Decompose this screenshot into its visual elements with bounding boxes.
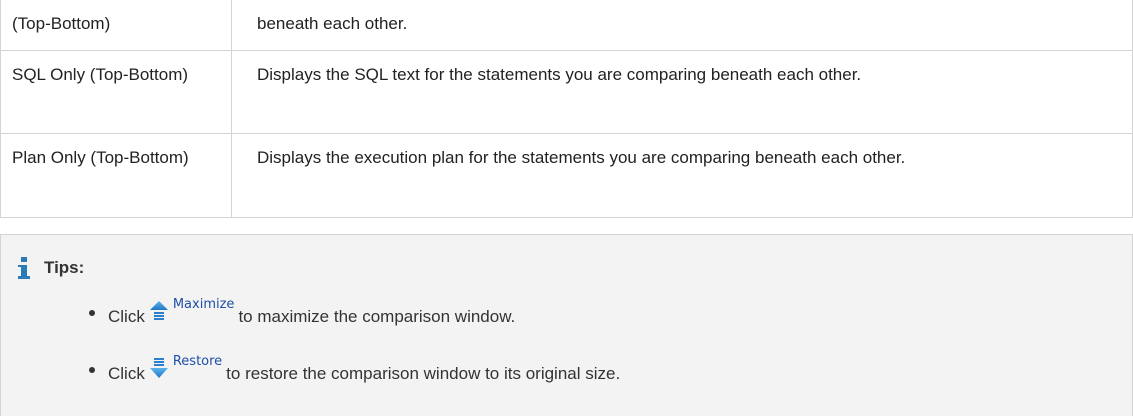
tip-suffix: to restore the comparison window to its … <box>226 364 621 383</box>
bullet <box>89 310 95 316</box>
table-row: SQL Only (Top-Bottom) Displays the SQL t… <box>0 49 1133 134</box>
option-description-cell: Displays the SQL text for the statements… <box>231 49 1133 134</box>
table-row: Plan Only (Top-Bottom) Displays the exec… <box>0 132 1133 218</box>
restore-label: Restore <box>172 354 223 369</box>
tips-box: Tips: Click Maximize to maximize the com… <box>0 234 1133 416</box>
option-name-cell: (Top-Bottom) <box>0 0 232 51</box>
table-row: (Top-Bottom) beneath each other. <box>0 0 1133 51</box>
restore-arrow-icon <box>149 358 168 378</box>
option-description-cell: beneath each other. <box>231 0 1133 51</box>
info-icon <box>18 257 30 279</box>
tip-prefix: Click <box>108 307 145 326</box>
option-name-cell: SQL Only (Top-Bottom) <box>0 49 232 134</box>
tip-item: Click Restore to restore the comparison … <box>89 354 621 385</box>
maximize-arrow-icon <box>149 301 168 320</box>
tips-title: Tips: <box>44 258 85 277</box>
tip-item: Click Maximize to maximize the compariso… <box>89 297 516 328</box>
maximize-label: Maximize <box>172 297 235 312</box>
options-table: (Top-Bottom) beneath each other. SQL Onl… <box>0 0 1133 218</box>
document-page: (Top-Bottom) beneath each other. SQL Onl… <box>0 0 1133 416</box>
tip-prefix: Click <box>108 364 145 383</box>
restore-button-image: Restore <box>149 354 222 380</box>
tips-header: Tips: <box>18 257 84 279</box>
option-description-cell: Displays the execution plan for the stat… <box>231 132 1133 218</box>
tip-suffix: to maximize the comparison window. <box>238 307 516 326</box>
option-name-cell: Plan Only (Top-Bottom) <box>0 132 232 218</box>
bullet <box>89 367 95 373</box>
maximize-button-image: Maximize <box>149 297 234 323</box>
